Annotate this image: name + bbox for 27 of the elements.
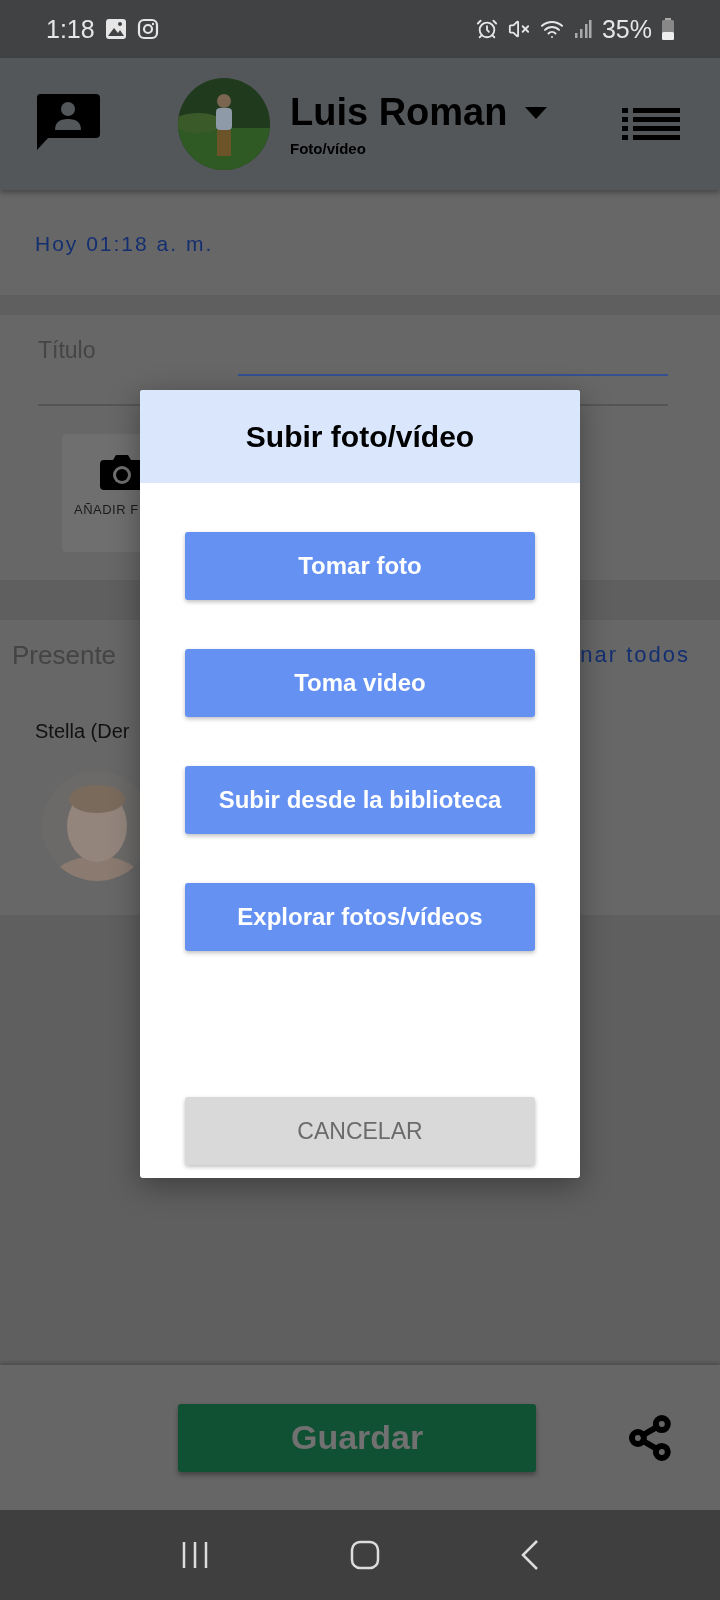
- option-button[interactable]: Toma video: [185, 649, 535, 717]
- camera-icon: [136, 18, 159, 40]
- select-all-link[interactable]: nar todos: [580, 642, 690, 668]
- gallery-icon: [104, 18, 127, 40]
- option-button[interactable]: Tomar foto: [185, 532, 535, 600]
- signal-icon: [573, 19, 592, 39]
- save-button[interactable]: Guardar: [178, 1403, 537, 1472]
- back-icon[interactable]: [521, 1540, 540, 1570]
- alarm-icon: [475, 18, 498, 40]
- caret-icon[interactable]: [525, 106, 548, 119]
- home-icon[interactable]: [350, 1540, 380, 1570]
- option-button[interactable]: Subir desde la biblioteca: [185, 766, 535, 834]
- tile-label: AÑADIR F: [74, 502, 139, 517]
- option-button[interactable]: Explorar fotos/vídeos: [185, 883, 535, 951]
- status-time: 1:18: [46, 14, 95, 44]
- list-icon[interactable]: [622, 108, 680, 140]
- cancel-button[interactable]: CANCELAR: [185, 1097, 535, 1165]
- recent-apps-icon[interactable]: [180, 1541, 209, 1569]
- date-time: Hoy 01:18 a. m.: [34, 231, 215, 256]
- dialog-title: Subir foto/vídeo: [245, 419, 475, 454]
- share-icon[interactable]: [626, 1413, 674, 1462]
- header-subtitle: Foto/vídeo: [290, 140, 367, 157]
- user-name: Luis Roman: [290, 91, 508, 134]
- battery-icon: [662, 18, 674, 40]
- mute-icon: [507, 18, 530, 40]
- battery-level: 35%: [601, 14, 652, 44]
- student-name: Stella (Der: [34, 719, 131, 743]
